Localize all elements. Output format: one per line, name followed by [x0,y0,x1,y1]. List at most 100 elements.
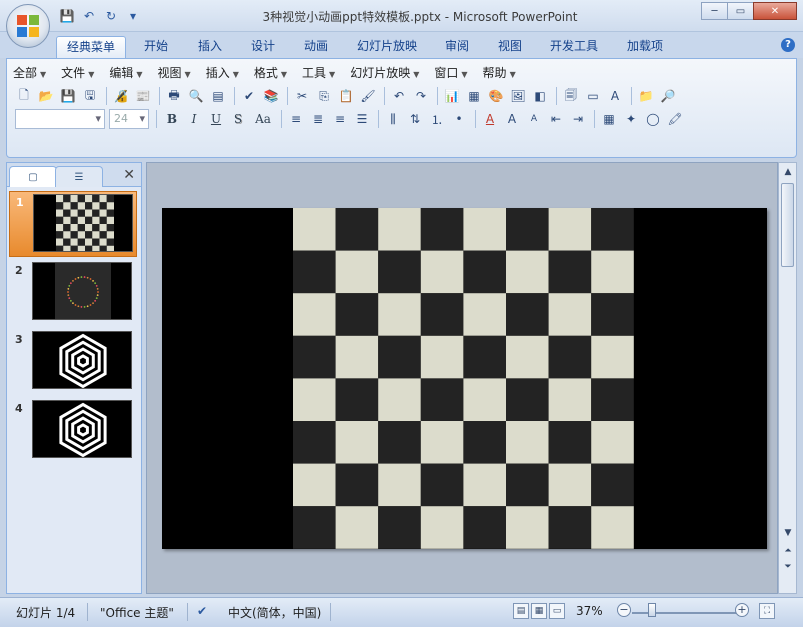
theme-name[interactable]: "Office 主题" [100,604,174,621]
close-button[interactable]: ✕ [753,2,797,20]
format-painter-icon[interactable]: 🖌 [359,87,377,105]
animation-icon[interactable]: ✦ [622,110,640,128]
paste-icon[interactable]: 📋 [337,87,355,105]
font-family-select[interactable] [15,109,105,129]
tab-review[interactable]: 审阅 [435,36,479,58]
menu-file[interactable]: 文件 ▼ [61,64,94,82]
folder-icon[interactable]: 📁 [637,87,655,105]
cut-icon[interactable]: ✂ [293,87,311,105]
save-icon[interactable]: 💾 [59,87,77,105]
page-setup-icon[interactable]: ▤ [209,87,227,105]
italic-button[interactable]: I [184,110,204,128]
fill-icon[interactable]: 🖍 [666,110,684,128]
spelling-icon[interactable]: ✔ [240,87,258,105]
menu-tools[interactable]: 工具 ▼ [302,64,335,82]
previous-slide-icon[interactable]: ⏶ [780,543,796,559]
shadow-button[interactable]: S [228,110,248,128]
zoom-level[interactable]: 37% [576,604,603,618]
save-icon[interactable]: 💾 [58,7,76,25]
underline-button[interactable]: U [206,110,226,128]
next-slide-icon[interactable]: ⏷ [780,559,796,575]
close-icon[interactable]: ✕ [123,167,135,183]
publish-icon[interactable]: 📰 [134,87,152,105]
tab-addins[interactable]: 加载项 [617,36,673,58]
research-icon[interactable]: 📚 [262,87,280,105]
help-icon[interactable]: ? [781,38,795,52]
font-color-icon[interactable]: A [481,110,499,128]
menu-window[interactable]: 窗口 ▼ [434,64,467,82]
font-size-select[interactable]: 24 [109,109,149,129]
tab-view[interactable]: 视图 [488,36,532,58]
save-as-icon[interactable]: 🖫 [81,87,99,105]
align-right-icon[interactable]: ≡ [331,110,349,128]
zoom-in-icon[interactable]: + [735,603,749,617]
customize-qat-icon[interactable]: ▾ [124,7,142,25]
chart-icon[interactable]: 📊 [443,87,461,105]
tab-insert[interactable]: 插入 [188,36,232,58]
scroll-down-icon[interactable]: ▼ [780,525,796,541]
columns-icon[interactable]: ⫼ [384,110,402,128]
grow-font-icon[interactable]: A [503,110,521,128]
slideshow-view-icon[interactable]: ▭ [549,603,565,619]
align-center-icon[interactable]: ≣ [309,110,327,128]
picture-icon[interactable]: 🖼 [509,87,527,105]
redo-icon[interactable]: ↻ [102,7,120,25]
minimize-button[interactable]: ─ [701,2,728,20]
menu-view[interactable]: 视图 ▼ [158,64,191,82]
zoom-slider-thumb[interactable] [648,603,656,617]
tab-slideshow[interactable]: 幻灯片放映 [347,36,427,58]
numbering-icon[interactable]: ⒈ [428,110,446,128]
scroll-up-icon[interactable]: ▲ [780,164,796,180]
zoom-icon[interactable]: 🔎 [659,87,677,105]
tab-home[interactable]: 开始 [134,36,178,58]
print-icon[interactable]: 🖶 [165,87,183,105]
decrease-indent-icon[interactable]: ⇤ [547,110,565,128]
slide-thumbnail-1[interactable]: 1 [9,191,137,257]
zoom-out-icon[interactable]: − [617,603,631,617]
change-case-button[interactable]: Aa [250,110,276,128]
menu-insert[interactable]: 插入 ▼ [206,64,239,82]
normal-view-icon[interactable]: ▤ [513,603,529,619]
permission-icon[interactable]: 🔏 [112,87,130,105]
tab-design[interactable]: 设计 [241,36,285,58]
maximize-button[interactable]: ▭ [727,2,754,20]
vertical-scrollbar[interactable]: ▲ ▼ ⏶ ⏷ [778,162,797,594]
textbox-icon[interactable]: A [606,87,624,105]
bold-button[interactable]: B [162,110,182,128]
print-preview-icon[interactable]: 🔍 [187,87,205,105]
slide-thumbnail-2[interactable]: 2 [9,260,137,326]
slide-thumbnail-4[interactable]: 4 [9,398,137,464]
redo-icon[interactable]: ↷ [412,87,430,105]
align-left-icon[interactable]: ≡ [287,110,305,128]
new-slide-icon[interactable]: 🗐 [562,87,580,105]
open-folder-icon[interactable]: 📂 [37,87,55,105]
scrollbar-thumb[interactable] [781,183,794,267]
tab-animation[interactable]: 动画 [294,36,338,58]
language-indicator[interactable]: 中文(简体，中国) [228,604,321,621]
undo-icon[interactable]: ↶ [390,87,408,105]
menu-format[interactable]: 格式 ▼ [254,64,287,82]
fit-to-window-icon[interactable]: ⛶ [759,603,775,619]
text-direction-icon[interactable]: ⇅ [406,110,424,128]
shrink-font-icon[interactable]: A [525,110,543,128]
table-icon[interactable]: ▦ [465,87,483,105]
undo-icon[interactable]: ↶ [80,7,98,25]
copy-icon[interactable]: ⎘ [315,87,333,105]
justify-icon[interactable]: ☰ [353,110,371,128]
design-icon[interactable]: ▦ [600,110,618,128]
menu-help[interactable]: 帮助 ▼ [483,64,516,82]
menu-slideshow[interactable]: 幻灯片放映 ▼ [350,64,419,82]
tab-developer[interactable]: 开发工具 [540,36,608,58]
clipart-icon[interactable]: 🎨 [487,87,505,105]
slide-layout-icon[interactable]: ▭ [584,87,602,105]
color-grayscale-icon[interactable]: ◧ [531,87,549,105]
tab-classic-menu[interactable]: 经典菜单 [56,36,127,58]
tab-outline[interactable]: ☰ [55,166,103,187]
increase-indent-icon[interactable]: ⇥ [569,110,587,128]
bullets-icon[interactable]: • [450,110,468,128]
slide-thumbnail-3[interactable]: 3 [9,329,137,395]
tab-slides[interactable]: ▢ [9,166,57,187]
spelling-check-icon[interactable]: ✔ [197,604,207,618]
menu-edit[interactable]: 编辑 ▼ [109,64,142,82]
new-document-icon[interactable]: 🗋 [15,87,33,105]
